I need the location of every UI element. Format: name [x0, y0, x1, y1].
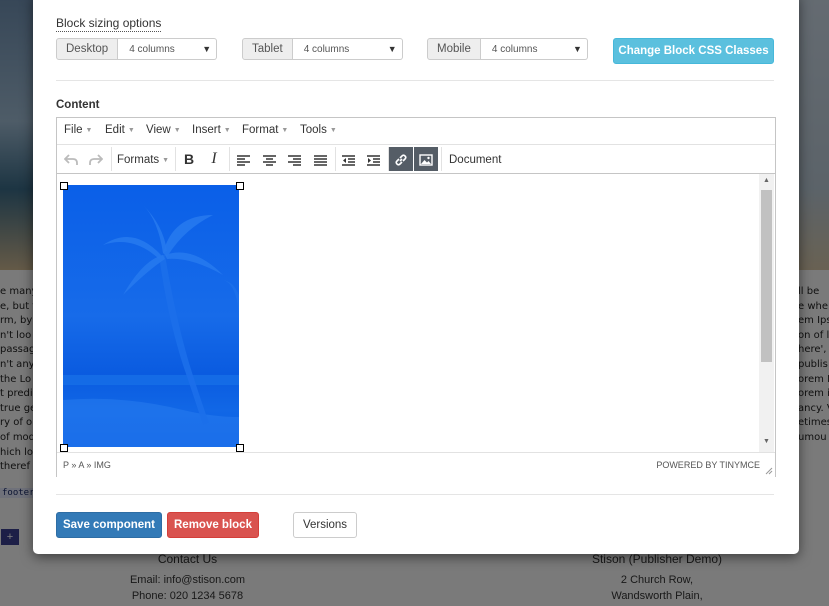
chevron-down-icon: ▼	[387, 44, 397, 54]
divider	[56, 494, 774, 495]
mobile-size-group: Mobile 4 columns ▼	[427, 38, 588, 60]
editor-toolbar: Formats ▼ B I Document	[57, 145, 775, 174]
caret-down-icon: ▼	[85, 127, 93, 134]
tablet-size-group: Tablet 4 columns ▼	[242, 38, 403, 60]
italic-button[interactable]: I	[202, 147, 226, 171]
menu-label: Format	[242, 124, 279, 136]
desktop-columns-select[interactable]: 4 columns ▼	[118, 38, 218, 60]
document-button[interactable]: Document	[449, 154, 501, 166]
palm-tree-image	[63, 205, 239, 447]
resize-handle-top-right[interactable]	[236, 182, 244, 190]
toolbar-separator	[111, 147, 112, 171]
caret-down-icon: ▼	[173, 127, 181, 134]
chevron-down-icon: ▼	[202, 44, 212, 54]
resize-handle-bottom-right[interactable]	[236, 444, 244, 452]
menu-label: File	[64, 124, 83, 136]
versions-button[interactable]: Versions	[293, 512, 357, 538]
menu-label: Edit	[105, 124, 125, 136]
bold-button[interactable]: B	[177, 147, 201, 171]
editor-menubar: File ▼ Edit ▼ View ▼ Insert ▼ Format ▼ Tools ▼	[57, 118, 775, 145]
scrollbar-thumb[interactable]	[761, 190, 772, 362]
toolbar-separator	[441, 147, 442, 171]
toolbar-separator	[229, 147, 230, 171]
formats-dropdown[interactable]: Formats ▼	[117, 154, 169, 166]
tablet-columns-value: 4 columns	[303, 44, 350, 55]
caret-down-icon: ▼	[329, 127, 337, 134]
scroll-down-icon[interactable]: ▼	[763, 438, 770, 445]
save-component-button[interactable]: Save component	[56, 512, 162, 538]
element-path[interactable]: P » A » IMG	[63, 460, 111, 470]
desktop-label: Desktop	[56, 38, 119, 60]
caret-down-icon: ▼	[281, 127, 289, 134]
undo-icon[interactable]	[59, 147, 83, 171]
editor-content-area[interactable]	[57, 174, 757, 452]
outdent-icon[interactable]	[336, 147, 360, 171]
align-center-icon[interactable]	[257, 147, 281, 171]
menu-edit[interactable]: Edit ▼	[105, 124, 135, 136]
editor-statusbar: P » A » IMG POWERED BY TINYMCE	[57, 452, 775, 477]
tablet-label: Tablet	[242, 38, 293, 60]
tablet-columns-select[interactable]: 4 columns ▼	[292, 38, 403, 60]
change-css-classes-button[interactable]: Change Block CSS Classes	[613, 38, 774, 64]
resize-grip-icon[interactable]	[765, 467, 773, 475]
caret-down-icon: ▼	[162, 157, 170, 164]
indent-icon[interactable]	[361, 147, 385, 171]
menu-label: Insert	[192, 124, 221, 136]
link-icon[interactable]	[389, 147, 413, 171]
edit-block-modal: Block sizing options Desktop 4 columns ▼…	[33, 0, 799, 554]
mobile-label: Mobile	[427, 38, 481, 60]
chevron-down-icon: ▼	[572, 44, 582, 54]
align-right-icon[interactable]	[282, 147, 306, 171]
divider	[56, 80, 774, 81]
menu-label: View	[146, 124, 171, 136]
resize-handle-bottom-left[interactable]	[60, 444, 68, 452]
menu-format[interactable]: Format ▼	[242, 124, 288, 136]
menu-view[interactable]: View ▼	[146, 124, 181, 136]
caret-down-icon: ▼	[127, 127, 135, 134]
formats-label: Formats	[117, 154, 160, 166]
block-sizing-title: Block sizing options	[56, 16, 162, 32]
menu-tools[interactable]: Tools ▼	[300, 124, 337, 136]
content-label: Content	[56, 99, 100, 111]
mobile-columns-value: 4 columns	[491, 44, 538, 55]
menu-insert[interactable]: Insert ▼	[192, 124, 231, 136]
align-justify-icon[interactable]	[308, 147, 332, 171]
rich-text-editor: File ▼ Edit ▼ View ▼ Insert ▼ Format ▼ Tools ▼…	[56, 117, 776, 477]
menu-label: Tools	[300, 124, 327, 136]
selected-image[interactable]	[63, 185, 239, 447]
align-left-icon[interactable]	[231, 147, 255, 171]
redo-icon[interactable]	[84, 147, 108, 171]
scroll-up-icon[interactable]: ▲	[763, 177, 770, 184]
toolbar-separator	[175, 147, 176, 171]
editor-scrollbar[interactable]: ▲ ▼	[759, 174, 774, 452]
remove-block-button[interactable]: Remove block	[167, 512, 259, 538]
powered-by-link[interactable]: POWERED BY TINYMCE	[656, 460, 760, 470]
caret-down-icon: ▼	[223, 127, 231, 134]
image-icon[interactable]	[414, 147, 438, 171]
mobile-columns-select[interactable]: 4 columns ▼	[480, 38, 588, 60]
resize-handle-top-left[interactable]	[60, 182, 68, 190]
desktop-size-group: Desktop 4 columns ▼	[56, 38, 218, 60]
menu-file[interactable]: File ▼	[64, 124, 92, 136]
desktop-columns-value: 4 columns	[129, 44, 175, 55]
